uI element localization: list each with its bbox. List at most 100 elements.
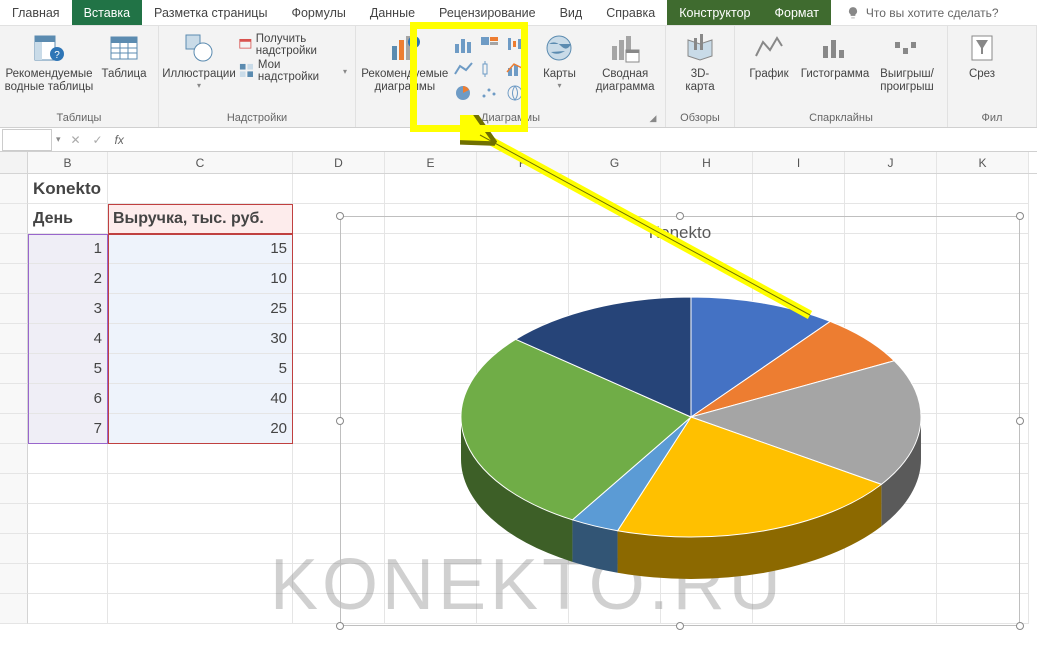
statistic-chart-button[interactable] [478,58,502,80]
illustrations-button[interactable]: Иллюстрации ▾ [163,28,235,106]
combo-chart-button[interactable] [504,58,528,80]
select-all-corner[interactable] [0,152,28,173]
col-header[interactable]: H [661,152,753,173]
sparkline-column-button[interactable]: Гистограмма [799,28,871,106]
sparkline-winloss-icon [891,32,923,64]
cell[interactable]: 7 [28,414,108,444]
cell[interactable]: 25 [108,294,293,324]
cell[interactable]: 5 [28,354,108,384]
dialog-launcher-icon[interactable]: ◢ [647,113,659,125]
addins-icon [239,63,254,79]
group-filters: Срез Фил [948,26,1037,127]
group-label-tours: Обзоры [670,110,730,127]
chevron-down-icon: ▾ [557,81,561,90]
my-addins-button[interactable]: Мои надстройки ▾ [239,60,347,82]
group-label-charts: Диаграммы ◢ [360,110,661,127]
tell-me[interactable]: Что вы хотите сделать? [831,0,1037,25]
line-chart-button[interactable] [452,58,476,80]
tab-insert[interactable]: Вставка [72,0,142,25]
get-addins-button[interactable]: Получить надстройки [239,34,347,56]
contextual-tabs: Конструктор Формат [667,0,831,25]
hierarchy-chart-button[interactable] [478,34,502,56]
chart-question-icon: ? [389,32,421,64]
column-chart-button[interactable] [452,34,476,56]
group-illustrations: Иллюстрации ▾ Получить надстройки Мои на… [159,26,356,127]
cell[interactable]: 10 [108,264,293,294]
recommended-pivot-button[interactable]: ? Рекомендуемые водные таблицы [4,28,94,106]
chart-type-gallery [450,28,530,104]
fx-icon[interactable]: fx [109,133,130,147]
tab-data[interactable]: Данные [358,0,427,25]
group-tables: ? Рекомендуемые водные таблицы Таблица Т… [0,26,159,127]
tell-me-text: Что вы хотите сделать? [866,6,999,20]
svg-text:?: ? [54,50,60,61]
group-tours: 3D- карта Обзоры [666,26,735,127]
col-header[interactable]: J [845,152,937,173]
col-header[interactable]: F [477,152,569,173]
cell[interactable]: Выручка, тыс. руб. [108,204,293,234]
cell[interactable]: 4 [28,324,108,354]
pivotchart-button[interactable]: Сводная диаграмма [589,28,661,106]
col-header[interactable]: B [28,152,108,173]
svg-text:?: ? [411,38,416,48]
group-label-sparklines: Спарклайны [739,110,943,127]
maps-button[interactable]: Карты ▾ [530,28,590,106]
chevron-down-icon: ▾ [197,81,201,90]
tab-view[interactable]: Вид [548,0,595,25]
waterfall-chart-button[interactable] [504,34,528,56]
cell[interactable]: 5 [108,354,293,384]
group-charts: ? Рекомендуемые диаграммы [356,26,666,127]
enter-icon[interactable]: ✓ [87,133,109,147]
col-header[interactable]: E [385,152,477,173]
cell[interactable] [108,174,293,204]
pivot-question-icon: ? [33,32,65,64]
cell[interactable]: Konekto [28,174,108,204]
table-button[interactable]: Таблица [94,28,154,106]
col-header[interactable]: I [753,152,845,173]
cell[interactable]: 6 [28,384,108,414]
cell[interactable]: 20 [108,414,293,444]
tab-format[interactable]: Формат [763,0,831,25]
group-sparklines: График Гистограмма Выигрыш/ проигрыш Спа… [735,26,948,127]
pie-chart-button[interactable] [452,82,476,104]
group-label-filters: Фил [952,110,1032,127]
group-label-addins: Надстройки [163,110,351,127]
scatter-chart-button[interactable] [478,82,502,104]
cell[interactable]: 2 [28,264,108,294]
cell[interactable]: 30 [108,324,293,354]
name-box[interactable] [2,129,52,151]
sparkline-winloss-button[interactable]: Выигрыш/ проигрыш [871,28,943,106]
cell[interactable]: 1 [28,234,108,264]
formula-input[interactable] [130,129,1037,151]
lightbulb-icon [846,6,860,20]
slicer-icon [966,32,998,64]
pie-chart[interactable] [431,277,951,607]
slicer-button[interactable]: Срез [952,28,1012,106]
tab-design[interactable]: Конструктор [667,0,762,25]
col-header[interactable]: C [108,152,293,173]
cell[interactable]: День [28,204,108,234]
cell[interactable]: 3 [28,294,108,324]
namebox-dropdown-icon[interactable]: ▾ [52,134,65,145]
chart-object[interactable]: Konekto [340,216,1020,626]
cell[interactable]: 40 [108,384,293,414]
grid-body[interactable]: Konekto День Выручка, тыс. руб. 115 210 … [0,174,1037,651]
col-header[interactable]: D [293,152,385,173]
col-header[interactable]: K [937,152,1029,173]
table-icon [108,32,140,64]
cancel-icon[interactable]: ✕ [65,133,87,147]
col-header[interactable]: G [569,152,661,173]
3d-map-button[interactable]: 3D- карта [670,28,730,106]
store-icon [239,37,252,53]
tab-home[interactable]: Главная [0,0,72,25]
chart-title[interactable]: Konekto [341,223,1019,243]
tab-page-layout[interactable]: Разметка страницы [142,0,279,25]
cell[interactable]: 15 [108,234,293,264]
tab-formulas[interactable]: Формулы [279,0,357,25]
recommended-charts-button[interactable]: ? Рекомендуемые диаграммы [360,28,450,106]
tab-review[interactable]: Рецензирование [427,0,548,25]
worksheet: B C D E F G H I J K Konekto День Выручка… [0,152,1037,651]
sparkline-line-button[interactable]: График [739,28,799,106]
surface-chart-button[interactable] [504,82,528,104]
tab-help[interactable]: Справка [594,0,667,25]
